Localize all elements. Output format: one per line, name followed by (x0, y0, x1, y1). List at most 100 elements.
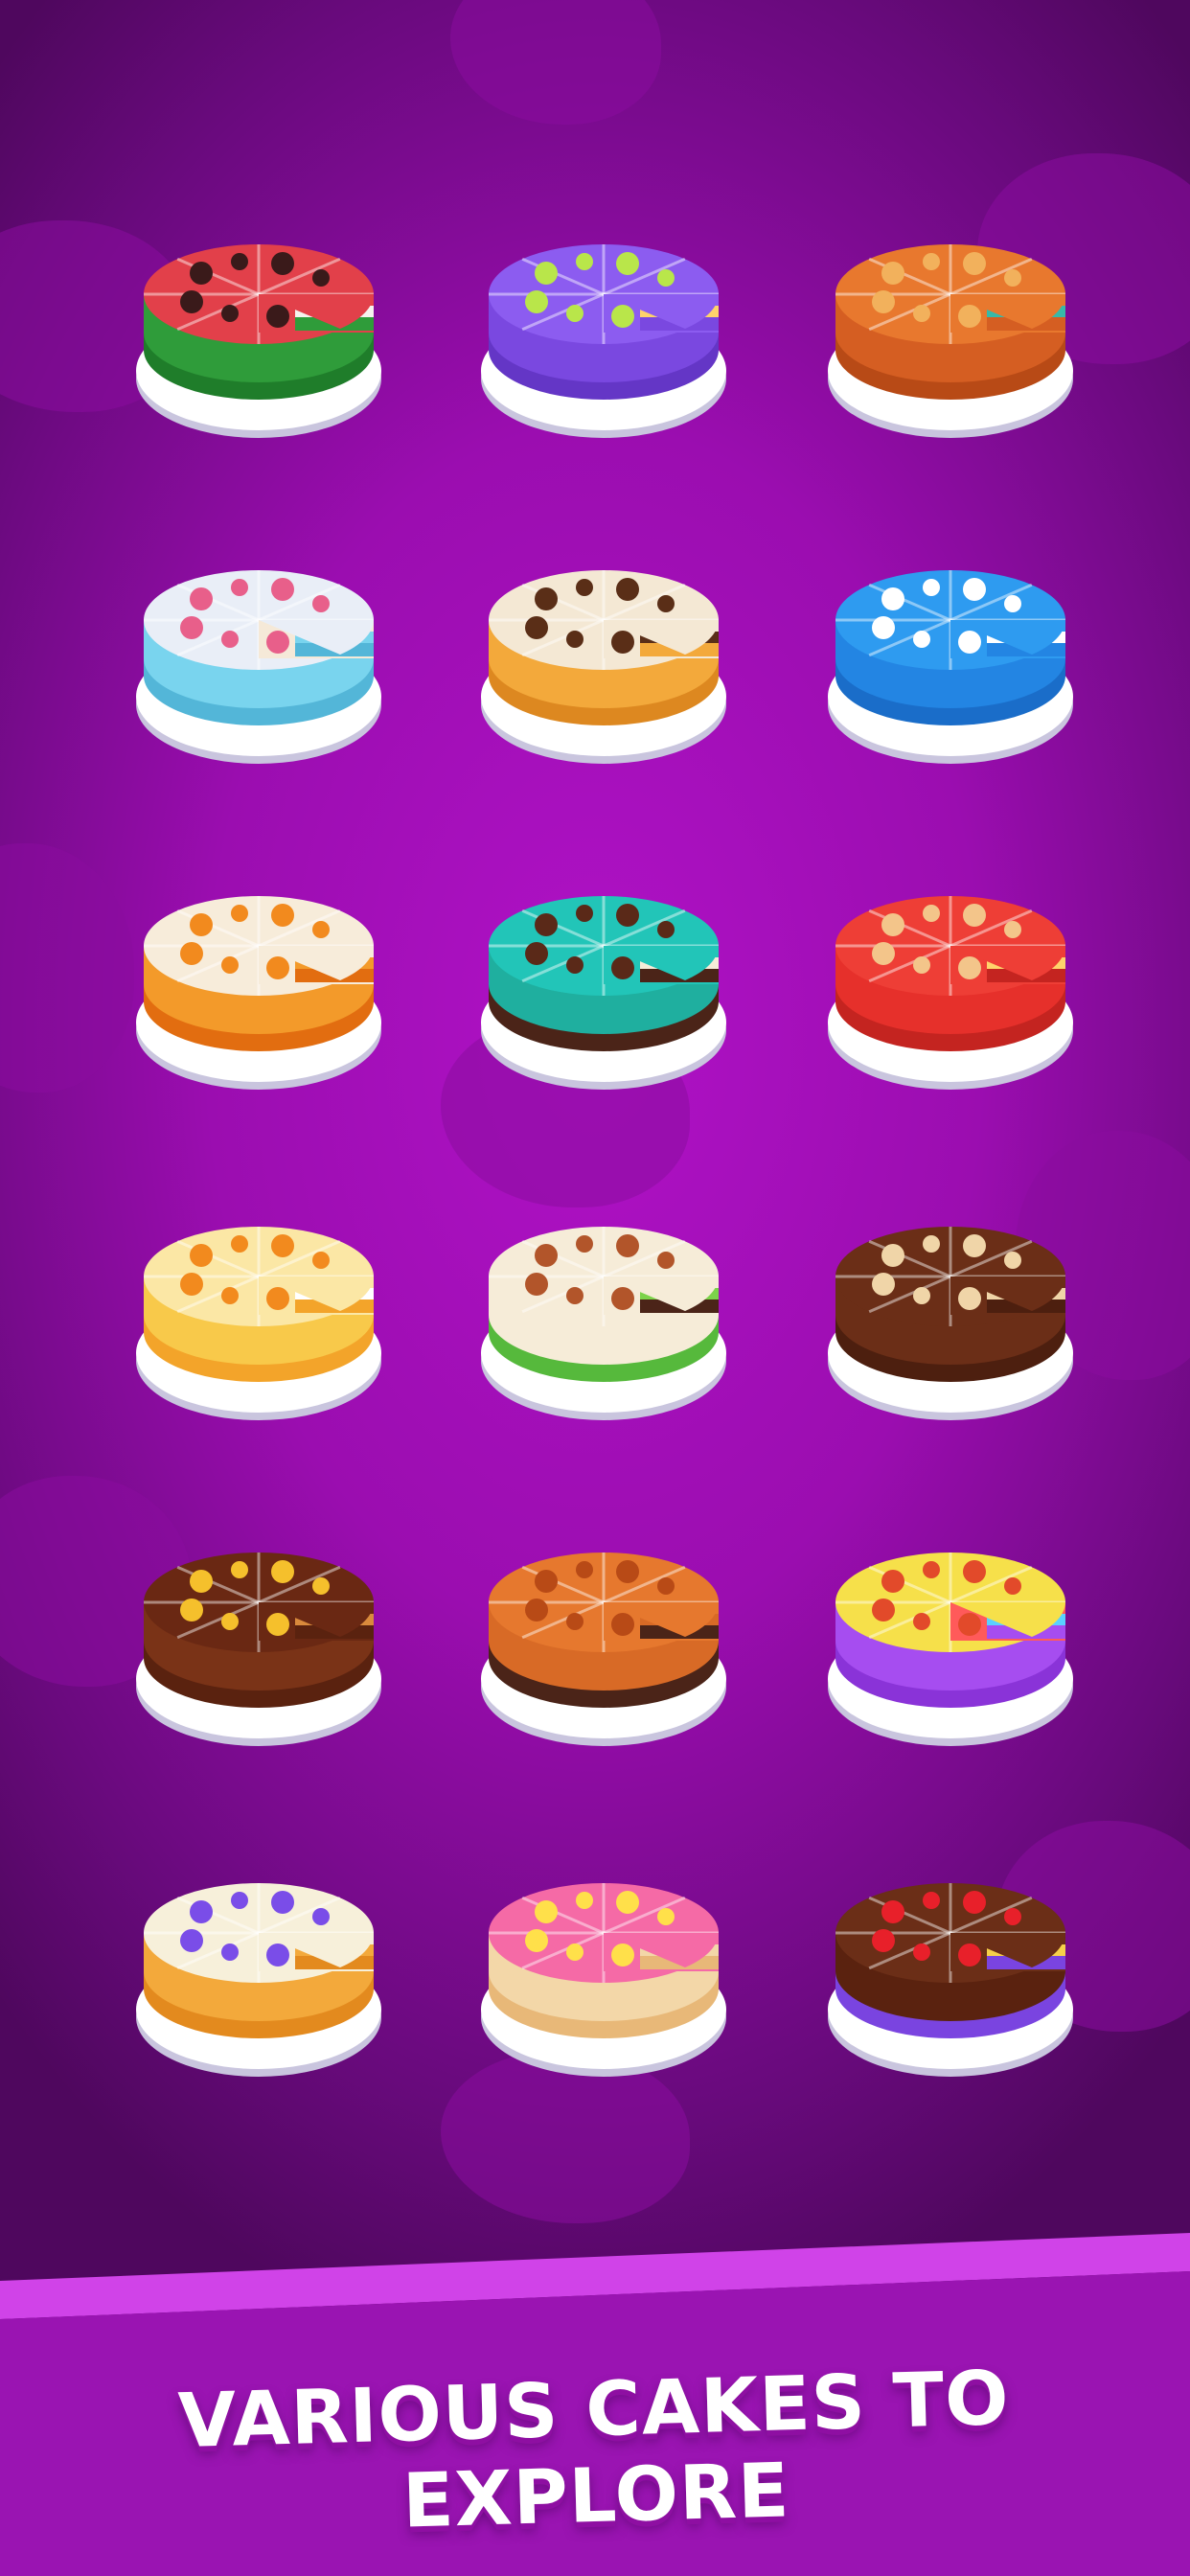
topping (657, 269, 675, 287)
cake-watermelon[interactable] (125, 206, 393, 455)
cake-pink-donut[interactable] (469, 1845, 738, 2094)
topping (190, 262, 213, 285)
cake-teal-choc[interactable] (469, 858, 738, 1107)
topping (576, 905, 593, 922)
topping (913, 956, 930, 974)
topping (271, 1560, 294, 1583)
topping (913, 1944, 930, 1961)
cake-choc-cream-puff[interactable] (816, 1188, 1085, 1438)
cake-choc-sprinkle[interactable] (125, 1514, 393, 1763)
topping (525, 616, 548, 639)
topping (221, 631, 239, 648)
topping (872, 1273, 895, 1296)
game-screen: VARIOUS CAKES TO EXPLORE (0, 0, 1190, 2576)
topping (221, 1287, 239, 1304)
cake-chocolate-swirl[interactable] (469, 532, 738, 781)
topping (566, 1287, 584, 1304)
topping (881, 262, 904, 285)
topping (566, 1613, 584, 1630)
topping (566, 631, 584, 648)
topping (1004, 595, 1021, 612)
cake-caramel-nut[interactable] (816, 206, 1085, 455)
topping (566, 305, 584, 322)
topping (923, 905, 940, 922)
topping (221, 305, 239, 322)
cake-orange-cream[interactable] (125, 858, 393, 1107)
topping (611, 631, 634, 654)
topping (312, 1577, 330, 1595)
topping (221, 1944, 239, 1961)
topping (963, 1891, 986, 1914)
cake-rainbow[interactable] (816, 1514, 1085, 1763)
topping (913, 1613, 930, 1630)
topping (881, 913, 904, 936)
topping (576, 1235, 593, 1253)
topping (881, 1244, 904, 1267)
topping (566, 956, 584, 974)
topping (312, 921, 330, 938)
topping (535, 1244, 558, 1267)
topping (576, 253, 593, 270)
cake-yellow-orange[interactable] (125, 1188, 393, 1438)
topping (535, 262, 558, 285)
topping (190, 1244, 213, 1267)
topping (958, 1613, 981, 1636)
topping (657, 1252, 675, 1269)
topping (1004, 921, 1021, 938)
topping (525, 1598, 548, 1622)
topping (881, 1570, 904, 1593)
cake-heart-caramel[interactable] (469, 1514, 738, 1763)
topping (525, 1929, 548, 1952)
topping (923, 1235, 940, 1253)
topping (958, 631, 981, 654)
topping (611, 305, 634, 328)
topping (271, 578, 294, 601)
topping (611, 956, 634, 979)
topping (180, 942, 203, 965)
topping (872, 1929, 895, 1952)
cake-blue-cream[interactable] (816, 532, 1085, 781)
topping (190, 1570, 213, 1593)
banner-title: VARIOUS CAKES TO EXPLORE (176, 2355, 1011, 2545)
topping (963, 904, 986, 927)
topping (190, 587, 213, 610)
topping (1004, 1908, 1021, 1925)
topping (221, 1613, 239, 1630)
topping (231, 579, 248, 596)
topping (881, 587, 904, 610)
topping (180, 1929, 203, 1952)
topping (525, 1273, 548, 1296)
topping (266, 631, 289, 654)
topping (872, 942, 895, 965)
topping (566, 1944, 584, 1961)
topping (266, 956, 289, 979)
topping (180, 290, 203, 313)
topping (535, 913, 558, 936)
topping (923, 1892, 940, 1909)
topping (611, 1944, 634, 1966)
topping (1004, 1577, 1021, 1595)
topping (963, 1234, 986, 1257)
cake-red-almond[interactable] (816, 858, 1085, 1107)
topping (535, 1900, 558, 1923)
cake-blue-flower[interactable] (125, 532, 393, 781)
cake-cream-green[interactable] (469, 1188, 738, 1438)
topping (266, 305, 289, 328)
topping (881, 1900, 904, 1923)
topping (616, 1891, 639, 1914)
cake-lime-purple[interactable] (469, 206, 738, 455)
topping (312, 595, 330, 612)
topping (616, 1234, 639, 1257)
topping (872, 290, 895, 313)
topping (312, 1252, 330, 1269)
topping (611, 1613, 634, 1636)
topping (963, 578, 986, 601)
cake-blueberry-cream[interactable] (125, 1845, 393, 2094)
cake-choc-cherry[interactable] (816, 1845, 1085, 2094)
topping (657, 1908, 675, 1925)
bg-blob (450, 0, 661, 125)
topping (958, 305, 981, 328)
topping (958, 1287, 981, 1310)
topping (535, 587, 558, 610)
topping (576, 1892, 593, 1909)
